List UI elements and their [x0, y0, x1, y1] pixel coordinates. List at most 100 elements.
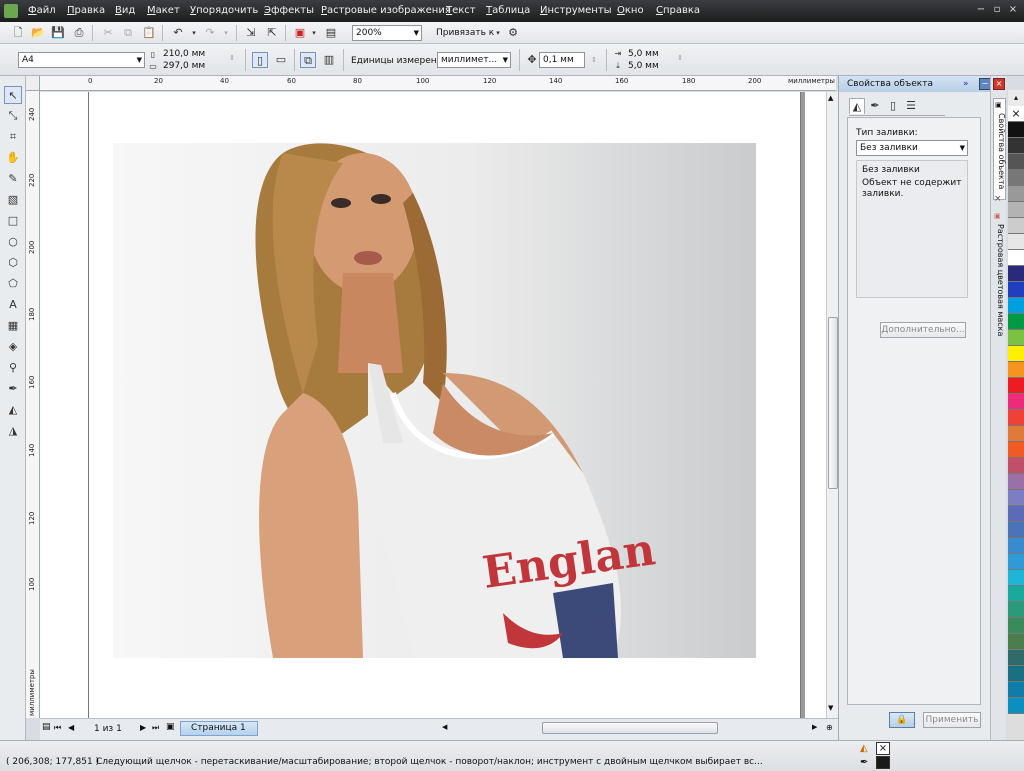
palette-scroll-up-icon[interactable]: ▴ [1008, 90, 1024, 106]
smart-fill-icon[interactable]: ▧ [4, 191, 22, 209]
color-swatch[interactable] [1008, 154, 1024, 170]
horizontal-scroll-thumb[interactable] [542, 722, 718, 734]
print-icon[interactable]: ⎙ [71, 25, 87, 41]
vertical-scroll-thumb[interactable] [828, 317, 838, 489]
side-tab-bitmap-color-mask[interactable]: ▣ Растровая цветовая маска [993, 210, 1006, 340]
options-icon[interactable]: ⚙ [505, 25, 521, 41]
spin-arrows-icon[interactable]: ⇕ [224, 50, 240, 66]
color-swatch[interactable] [1008, 442, 1024, 458]
menu-window[interactable]: Окно [617, 5, 644, 16]
color-swatch[interactable] [1008, 602, 1024, 618]
color-swatch[interactable] [1008, 682, 1024, 698]
color-swatch[interactable] [1008, 298, 1024, 314]
app-icon[interactable] [4, 4, 18, 18]
fill-tab-icon[interactable]: ◭ [849, 98, 865, 114]
color-swatch[interactable] [1008, 618, 1024, 634]
menu-bitmaps[interactable]: Растровые изображения [321, 5, 451, 16]
color-swatch[interactable] [1008, 522, 1024, 538]
color-swatch[interactable] [1008, 250, 1024, 266]
color-swatch[interactable] [1008, 410, 1024, 426]
scroll-down-icon[interactable]: ▼ [828, 704, 833, 712]
nudge-distance-field[interactable]: 0,1 мм [539, 52, 585, 68]
general-tab-icon[interactable]: ▯ [885, 98, 901, 114]
scroll-up-icon[interactable]: ▲ [828, 94, 833, 102]
detail-tab-icon[interactable]: ☰ [903, 98, 919, 114]
menu-view[interactable]: Вид [115, 5, 135, 16]
crop-tool-icon[interactable]: ⌗ [4, 128, 22, 146]
color-swatch[interactable] [1008, 554, 1024, 570]
color-swatch[interactable] [1008, 266, 1024, 282]
color-swatch[interactable] [1008, 346, 1024, 362]
snap-to-button[interactable]: Привязать к [436, 28, 494, 38]
interactive-blend-icon[interactable]: ◈ [4, 338, 22, 356]
menu-arrange[interactable]: Упорядочить [190, 5, 258, 16]
menu-tools[interactable]: Инструменты [540, 5, 612, 16]
color-swatch[interactable] [1008, 362, 1024, 378]
color-swatch[interactable] [1008, 186, 1024, 202]
undo-dropdown-icon[interactable]: ▾ [186, 25, 202, 41]
color-swatch[interactable] [1008, 394, 1024, 410]
page-height-field[interactable]: 297,0 мм [163, 60, 205, 72]
color-swatch[interactable] [1008, 650, 1024, 666]
outline-tab-icon[interactable]: ✒ [867, 98, 883, 114]
color-swatch[interactable] [1008, 170, 1024, 186]
interactive-fill-icon[interactable]: ◮ [4, 422, 22, 440]
restore-icon[interactable]: ▫ [990, 4, 1004, 16]
basic-shapes-icon[interactable]: ⬠ [4, 275, 22, 293]
color-swatch[interactable] [1008, 698, 1024, 714]
scroll-left-icon[interactable]: ◀ [442, 723, 447, 731]
pick-tool-icon[interactable]: ↖ [4, 86, 22, 104]
menu-edit[interactable]: Правка [67, 5, 105, 16]
undo-icon[interactable]: ↶ [170, 25, 186, 41]
color-swatch[interactable] [1008, 426, 1024, 442]
no-fill-swatch[interactable]: ⨯ [876, 742, 890, 755]
color-swatch[interactable] [1008, 634, 1024, 650]
vertical-ruler[interactable]: 240 220 200 180 160 140 120 100 миллимет… [26, 91, 40, 718]
color-swatch[interactable] [1008, 314, 1024, 330]
page-size-combo[interactable]: A4 ▼ [18, 52, 145, 68]
redo-dropdown-icon[interactable]: ▾ [218, 25, 234, 41]
fill-type-combo[interactable]: Без заливки ▼ [856, 140, 968, 156]
ellipse-tool-icon[interactable]: ○ [4, 233, 22, 251]
color-swatch[interactable] [1008, 234, 1024, 250]
snap-dropdown-icon[interactable]: ▾ [490, 25, 506, 41]
first-page-icon[interactable]: ⏮ [54, 723, 61, 733]
navigator-icon[interactable]: ⊕ [826, 723, 833, 732]
expand-icon[interactable]: » [963, 79, 969, 89]
menu-file[interactable]: Файл [28, 5, 56, 16]
close-docker-icon[interactable]: × [993, 78, 1005, 90]
import-icon[interactable]: ⇲ [243, 25, 259, 41]
units-combo[interactable]: миллимет... ▼ [437, 52, 511, 68]
cut-icon[interactable]: ✂ [100, 25, 116, 41]
fill-bucket-icon[interactable]: ◭ [4, 401, 22, 419]
menu-help[interactable]: Справка [656, 5, 700, 16]
next-page-icon[interactable]: ▶ [140, 723, 146, 732]
menu-layout[interactable]: Макет [147, 5, 180, 16]
close-icon[interactable]: × [1006, 4, 1020, 16]
color-swatch[interactable] [1008, 122, 1024, 138]
side-tab-object-properties[interactable]: ▣ Свойства объекта [993, 98, 1006, 200]
current-page-icon[interactable]: ▥ [321, 52, 337, 68]
portrait-icon[interactable]: ▯ [252, 52, 268, 68]
color-swatch[interactable] [1008, 586, 1024, 602]
spin-arrows-icon[interactable]: ⇕ [586, 52, 602, 68]
spin-arrows-icon[interactable]: ⇕ [672, 50, 688, 66]
bitmap-photo[interactable]: Englan [113, 143, 756, 658]
color-swatch[interactable] [1008, 458, 1024, 474]
zoom-level-combo[interactable]: 200% ▼ [352, 25, 422, 41]
lock-icon[interactable]: 🔒 [889, 712, 915, 728]
color-swatch[interactable] [1008, 538, 1024, 554]
scroll-right-icon[interactable]: ▶ [812, 723, 817, 731]
page-tab[interactable]: Страница 1 [180, 721, 258, 736]
outline-pen-icon[interactable]: ✒ [4, 380, 22, 398]
color-swatch[interactable] [1008, 570, 1024, 586]
duplicate-y-field[interactable]: 5,0 мм [628, 60, 659, 72]
close-tab-icon[interactable]: × [994, 194, 1002, 204]
menu-effects[interactable]: Эффекты [264, 5, 314, 16]
save-icon[interactable]: 💾 [50, 25, 66, 41]
color-swatch[interactable] [1008, 474, 1024, 490]
color-swatch[interactable] [1008, 138, 1024, 154]
color-swatch[interactable] [1008, 330, 1024, 346]
paste-icon[interactable]: 📋 [141, 25, 157, 41]
advanced-button[interactable]: Дополнительно... [880, 322, 966, 338]
